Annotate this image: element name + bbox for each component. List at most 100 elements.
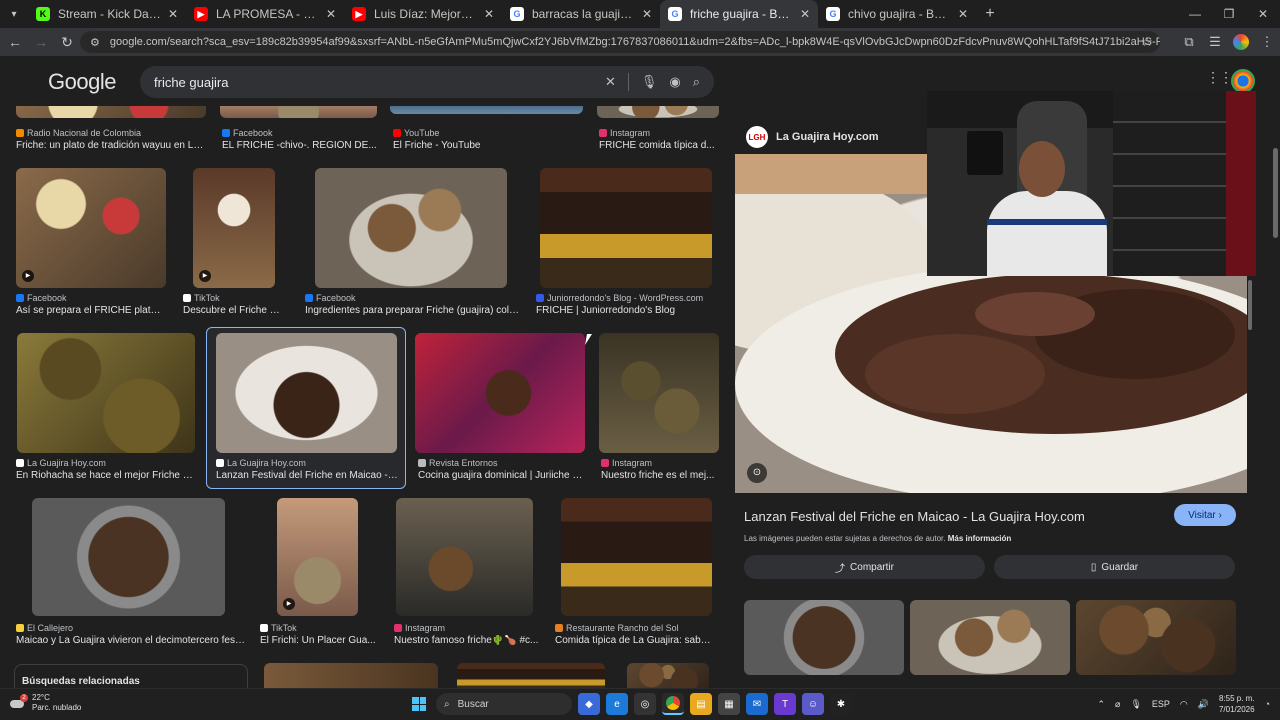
result-title[interactable]: El Friche - YouTube xyxy=(393,140,583,151)
back-icon[interactable]: ← xyxy=(2,34,28,50)
taskbar-search[interactable]: ⌕ Buscar xyxy=(436,693,572,715)
result-thumbnail[interactable] xyxy=(627,663,709,688)
share-button[interactable]: ⤴ Compartir xyxy=(744,555,985,579)
preview-site[interactable]: LGH La Guajira Hoy.com xyxy=(746,126,879,148)
volume-icon[interactable]: 🔊 xyxy=(1198,699,1209,710)
menu-icon[interactable]: ⋮ xyxy=(1254,34,1280,50)
result-title[interactable]: Nuestro friche es el mej... xyxy=(601,470,719,481)
tab-chivo-guajira[interactable]: G chivo guajira - Buscar con Goog ✕ xyxy=(818,0,976,28)
close-icon[interactable]: ✕ xyxy=(168,7,178,21)
copilot-icon[interactable]: ◆ xyxy=(578,693,600,715)
related-image[interactable] xyxy=(1076,600,1236,675)
result-thumbnail[interactable] xyxy=(220,106,377,118)
related-image[interactable] xyxy=(744,600,904,675)
result-title[interactable]: En Riohacha se hace el mejor Friche d... xyxy=(16,470,194,481)
forward-icon[interactable]: → xyxy=(28,34,54,50)
microphone-icon[interactable]: 🎙 xyxy=(1130,699,1141,710)
clear-icon[interactable]: ✕ xyxy=(605,74,616,90)
result-thumbnail[interactable] xyxy=(390,106,583,114)
visit-button[interactable]: Visitar › xyxy=(1174,504,1236,526)
result-thumbnail[interactable] xyxy=(561,498,712,616)
windows-start-icon[interactable] xyxy=(408,693,430,715)
search-input[interactable] xyxy=(154,74,605,90)
result-thumbnail[interactable] xyxy=(315,168,507,288)
result-title[interactable]: Nuestro famoso friche🌵🍗 #c... xyxy=(394,635,540,646)
tab-la-promesa[interactable]: ▶ LA PROMESA - Luis Díaz, Juando ✕ xyxy=(186,0,344,28)
bookmark-star-icon[interactable]: ☆ xyxy=(1134,34,1160,50)
people-icon[interactable]: ☺ xyxy=(802,693,824,715)
tab-groups-icon[interactable]: ☰ xyxy=(1202,34,1228,50)
result-title[interactable]: FRICHE | Juniorredondo's Blog xyxy=(536,305,716,316)
tab-kick[interactable]: K Stream - Kick Dashboard ✕ xyxy=(28,0,186,28)
microphone-icon[interactable]: 🎙 xyxy=(641,74,658,90)
maximize-icon[interactable]: ❐ xyxy=(1212,0,1246,28)
search-box[interactable]: ✕ 🎙 ◉ ⌕ xyxy=(140,66,714,98)
account-avatar[interactable] xyxy=(1231,69,1255,93)
clock[interactable]: 8:55 p. m. 7/01/2026 xyxy=(1219,693,1255,715)
tab-search-icon[interactable]: ▾ xyxy=(0,0,28,28)
profile-avatar[interactable] xyxy=(1233,34,1249,50)
page-scrollbar[interactable] xyxy=(1270,56,1280,688)
close-icon[interactable]: ✕ xyxy=(800,7,810,21)
site-info-icon[interactable]: ⚙ xyxy=(90,36,100,49)
app-icon[interactable]: ✱ xyxy=(830,693,852,715)
notifications-icon[interactable]: ◔ xyxy=(1265,699,1270,709)
result-thumbnail[interactable] xyxy=(32,498,225,616)
result-thumbnail[interactable] xyxy=(457,663,605,688)
tab-friche-guajira[interactable]: G friche guajira - Buscar con Goog ✕ xyxy=(660,0,818,28)
result-title[interactable]: Lanzan Festival del Friche en Maicao - L… xyxy=(216,470,400,481)
address-bar[interactable]: ⚙ google.com/search?sca_esv=189c82b39954… xyxy=(80,31,1160,53)
result-title[interactable]: Comida típica de La Guajira: sabor... xyxy=(555,635,715,646)
result-thumbnail[interactable] xyxy=(597,106,719,118)
preview-title[interactable]: Lanzan Festival del Friche en Maicao - L… xyxy=(744,509,1085,524)
file-explorer-icon[interactable]: ▤ xyxy=(690,693,712,715)
scrollbar-thumb[interactable] xyxy=(1273,148,1278,238)
lens-search-icon[interactable]: ⊙ xyxy=(747,463,767,483)
google-logo[interactable]: Google xyxy=(48,69,116,95)
result-thumbnail-selected[interactable] xyxy=(216,333,397,453)
weather-widget[interactable]: 2 22°C Parc. nublado xyxy=(10,693,81,713)
store-icon[interactable]: ▦ xyxy=(718,693,740,715)
close-icon[interactable]: ✕ xyxy=(484,7,494,21)
tab-barracas[interactable]: G barracas la guajira - Buscar con G ✕ xyxy=(502,0,660,28)
more-info-link[interactable]: Más información xyxy=(948,534,1012,543)
network-icon[interactable]: ⌀ xyxy=(1115,699,1120,710)
result-thumbnail[interactable] xyxy=(17,333,195,453)
result-thumbnail[interactable] xyxy=(415,333,585,453)
chrome-icon[interactable] xyxy=(662,693,684,715)
minimize-icon[interactable]: — xyxy=(1178,0,1212,28)
tab-luis-diaz[interactable]: ▶ Luis Díaz: Mejorando Nuestro F ✕ xyxy=(344,0,502,28)
outlook-icon[interactable]: ✉ xyxy=(746,693,768,715)
result-title[interactable]: Maicao y La Guajira vivieron el decimote… xyxy=(16,635,246,646)
result-title[interactable]: Cocina guajira dominical | Juriiche o... xyxy=(418,470,584,481)
search-icon[interactable]: ⌕ xyxy=(693,74,700,90)
preview-scrollbar[interactable] xyxy=(1248,280,1252,330)
result-title[interactable]: Ingredientes para preparar Friche (guaji… xyxy=(305,305,521,316)
close-icon[interactable]: ✕ xyxy=(642,7,652,21)
edge-icon[interactable]: e xyxy=(606,693,628,715)
teams-icon[interactable]: T xyxy=(774,693,796,715)
wifi-icon[interactable]: ◠ xyxy=(1180,699,1188,710)
close-icon[interactable]: ✕ xyxy=(326,7,336,21)
result-title[interactable]: EL FRICHE -chivo-. REGIÓN DE... xyxy=(222,140,382,151)
related-image[interactable] xyxy=(910,600,1070,675)
save-button[interactable]: ▯ Guardar xyxy=(994,555,1235,579)
close-window-icon[interactable]: ✕ xyxy=(1246,0,1280,28)
extensions-icon[interactable]: ⧉ xyxy=(1176,34,1202,50)
new-tab-button[interactable]: + xyxy=(976,5,1004,23)
obs-icon[interactable]: ◎ xyxy=(634,693,656,715)
result-thumbnail[interactable]: ▶ xyxy=(16,168,166,288)
result-thumbnail[interactable] xyxy=(540,168,712,288)
result-thumbnail[interactable] xyxy=(599,333,719,453)
lens-icon[interactable]: ◉ xyxy=(669,74,680,90)
result-thumbnail[interactable]: ▶ xyxy=(277,498,358,616)
result-thumbnail[interactable] xyxy=(16,106,206,118)
result-title[interactable]: Descubre el Friche G... xyxy=(183,305,285,316)
close-icon[interactable]: ✕ xyxy=(958,7,968,21)
reload-icon[interactable]: ↻ xyxy=(54,34,80,51)
result-title[interactable]: Así se prepara el FRICHE plato ... xyxy=(16,305,166,316)
result-thumbnail[interactable] xyxy=(396,498,533,616)
result-thumbnail[interactable] xyxy=(264,663,438,688)
result-title[interactable]: El Frichi: Un Placer Gua... xyxy=(260,635,376,646)
chevron-up-icon[interactable]: ⌃ xyxy=(1097,699,1105,710)
